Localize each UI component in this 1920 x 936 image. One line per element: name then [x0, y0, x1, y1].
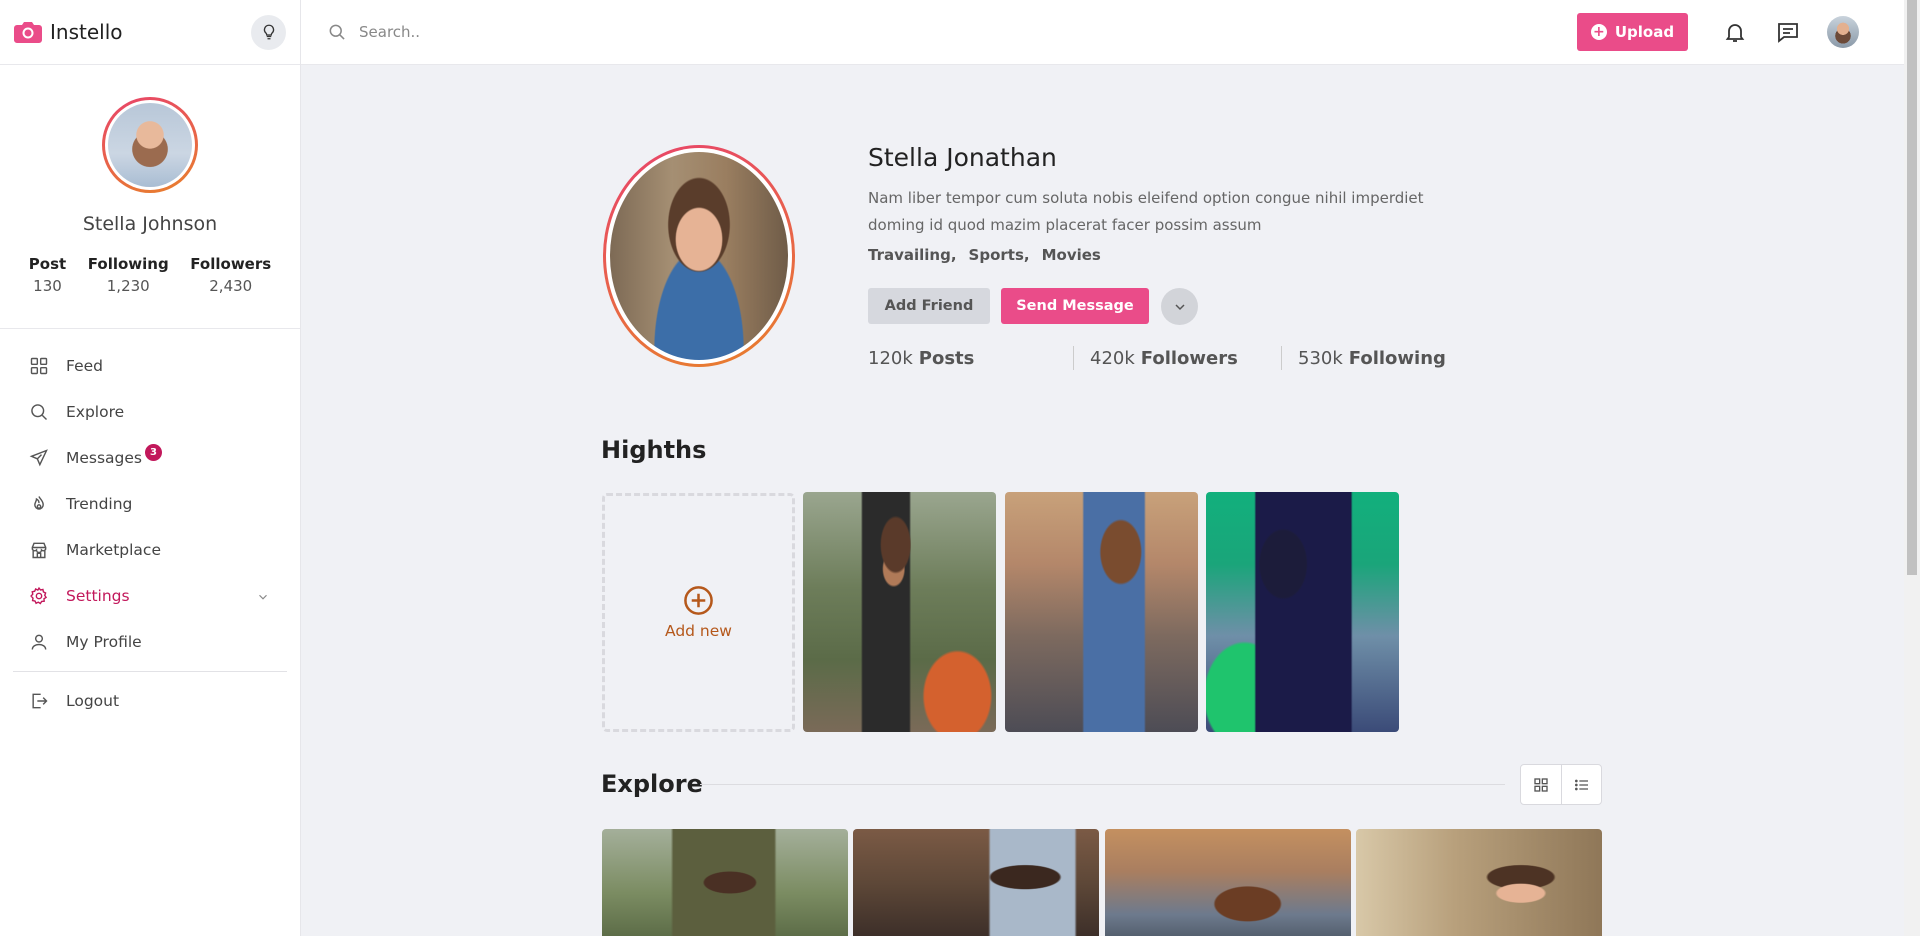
explore-card[interactable] — [1105, 829, 1351, 936]
sidebar-nav: Feed Explore Messages 3 Trending Marketp… — [0, 343, 300, 724]
sidebar-item-label: My Profile — [66, 633, 142, 651]
sidebar-item-my-profile[interactable]: My Profile — [0, 619, 300, 665]
stat-label: Posts — [918, 347, 975, 369]
sidebar-stats: Post 130 Following 1,230 Followers 2,430 — [0, 255, 300, 295]
profile-avatar[interactable] — [603, 143, 795, 370]
sidebar-item-messages[interactable]: Messages 3 — [0, 435, 300, 481]
explore-title: Explore — [601, 770, 703, 798]
brand-row: Instello — [0, 0, 300, 65]
stat-value: 530k — [1298, 347, 1343, 369]
stat-value: 420k — [1090, 347, 1135, 369]
gear-icon — [29, 586, 49, 606]
profile-name: Stella Jonathan — [868, 143, 1057, 172]
more-options-button[interactable] — [1161, 288, 1198, 325]
sidebar-item-label: Marketplace — [66, 541, 161, 559]
search-input[interactable] — [359, 23, 759, 41]
plus-circle-icon: + — [1590, 24, 1607, 40]
chevron-down-icon[interactable] — [256, 590, 270, 604]
profile-tag[interactable]: Sports, — [969, 246, 1030, 264]
app-name[interactable]: Instello — [50, 20, 123, 44]
sidebar-item-logout[interactable]: Logout — [0, 678, 300, 724]
top-bar: + Upload — [301, 0, 1904, 65]
explore-card[interactable] — [602, 829, 848, 936]
logout-icon — [29, 691, 49, 711]
sidebar-user-name[interactable]: Stella Johnson — [83, 213, 217, 235]
profile-tag[interactable]: Travailing, — [868, 246, 957, 264]
profile-tag[interactable]: Movies — [1042, 246, 1101, 264]
profile-stat-followers[interactable]: 420k Followers — [1074, 348, 1281, 369]
send-icon — [29, 448, 49, 468]
chat-icon[interactable] — [1776, 20, 1800, 44]
sidebar-stat-post: Post 130 — [29, 255, 66, 295]
grid-view-button[interactable] — [1521, 765, 1561, 804]
highlights-title: Highths — [601, 436, 707, 464]
profile-tags: Travailing, Sports, Movies — [868, 246, 1101, 264]
theme-toggle-button[interactable] — [251, 14, 286, 50]
nav-divider — [13, 671, 287, 672]
sidebar-profile-card: Stella Johnson Post 130 Following 1,230 … — [0, 65, 300, 329]
sidebar-item-marketplace[interactable]: Marketplace — [0, 527, 300, 573]
chevron-down-icon — [1172, 299, 1188, 315]
sidebar-item-explore[interactable]: Explore — [0, 389, 300, 435]
sidebar-item-label: Messages — [66, 449, 143, 467]
sidebar-item-label: Logout — [66, 692, 120, 710]
sidebar-stat-following: Following 1,230 — [88, 255, 169, 295]
explore-card[interactable] — [853, 829, 1099, 936]
stat-label: Followers — [190, 255, 272, 273]
upload-label: Upload — [1614, 23, 1675, 41]
stat-label: Followers — [1140, 347, 1238, 369]
stat-label: Post — [28, 255, 67, 273]
store-icon — [29, 540, 49, 560]
stat-value: 2,430 — [209, 277, 253, 295]
explore-card[interactable] — [1356, 829, 1602, 936]
sidebar-item-label: Feed — [66, 357, 103, 375]
stat-value: 120k — [868, 347, 913, 369]
sidebar-item-label: Explore — [66, 403, 125, 421]
list-view-button[interactable] — [1561, 765, 1601, 804]
stat-value: 1,230 — [106, 277, 150, 295]
sidebar-item-label: Settings — [66, 587, 130, 605]
bell-icon[interactable] — [1723, 20, 1747, 44]
send-message-button[interactable]: Send Message — [1001, 288, 1149, 324]
sidebar: Instello Stella Johnson Post 130 Followi… — [0, 0, 301, 936]
highlight-card[interactable] — [803, 492, 996, 732]
add-new-highlight-button[interactable]: Add new — [602, 493, 795, 732]
profile-stat-posts[interactable]: 120k Posts — [868, 348, 1073, 369]
view-toggle — [1520, 764, 1602, 805]
highlight-card[interactable] — [1005, 492, 1198, 732]
stat-label: Following — [1348, 347, 1446, 369]
search-icon — [29, 402, 49, 422]
camera-logo-icon — [14, 20, 42, 44]
user-icon — [29, 632, 49, 652]
stat-label: Following — [87, 255, 169, 273]
scrollbar-thumb[interactable] — [1907, 0, 1917, 575]
sidebar-avatar[interactable] — [102, 97, 198, 193]
list-icon — [1574, 777, 1590, 793]
flame-icon — [29, 494, 49, 514]
sidebar-item-settings[interactable]: Settings — [0, 573, 300, 619]
sidebar-item-feed[interactable]: Feed — [0, 343, 300, 389]
sidebar-item-label: Trending — [66, 495, 133, 513]
stat-value: 130 — [33, 277, 62, 295]
user-avatar[interactable] — [1827, 16, 1859, 48]
sidebar-stat-followers: Followers 2,430 — [190, 255, 271, 295]
add-new-label: Add new — [665, 622, 732, 640]
profile-stat-following[interactable]: 530k Following — [1282, 348, 1446, 369]
grid-icon — [29, 356, 49, 376]
plus-circle-icon — [683, 585, 714, 616]
explore-divider — [700, 784, 1505, 785]
messages-count-badge: 3 — [145, 444, 162, 461]
highlight-card[interactable] — [1206, 492, 1399, 732]
add-friend-button[interactable]: Add Friend — [868, 288, 990, 324]
grid-icon — [1533, 777, 1549, 793]
lightbulb-icon — [260, 23, 278, 41]
search-icon — [327, 22, 347, 42]
upload-button[interactable]: + Upload — [1577, 13, 1688, 51]
sidebar-item-trending[interactable]: Trending — [0, 481, 300, 527]
profile-bio: Nam liber tempor cum soluta nobis eleife… — [868, 189, 1424, 234]
profile-stats: 120k Posts 420k Followers 530k Following — [868, 346, 1446, 370]
